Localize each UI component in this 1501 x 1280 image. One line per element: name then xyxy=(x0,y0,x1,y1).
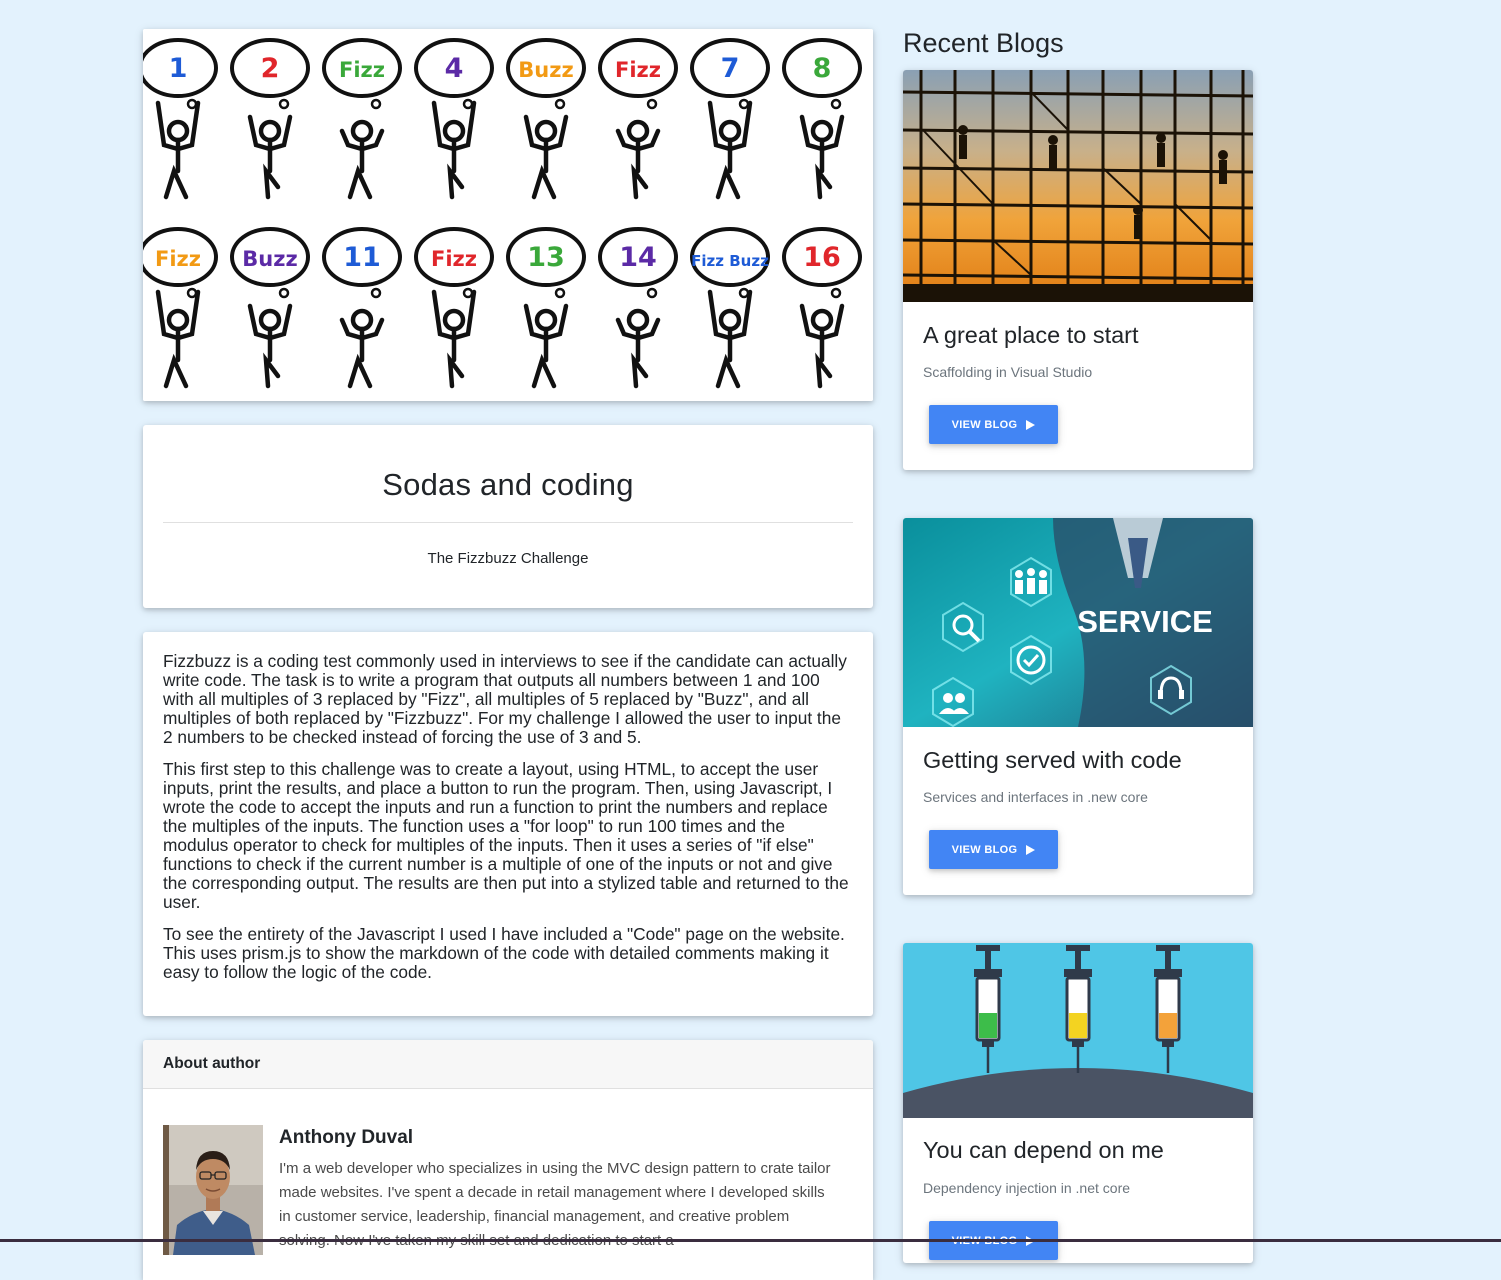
service-image: SERVICE xyxy=(903,518,1253,727)
post-title: Sodas and coding xyxy=(382,467,634,502)
bubble-label: 11 xyxy=(343,242,381,273)
post-body-card: Fizzbuzz is a coding test commonly used … xyxy=(143,632,873,1016)
author-name: Anthony Duval xyxy=(279,1127,414,1148)
play-icon xyxy=(1026,419,1036,430)
syringes-image xyxy=(903,943,1253,1118)
bubble-label: Fizz xyxy=(615,58,661,82)
bubble-label: Fizz Buzz xyxy=(691,252,769,270)
blog-card: You can depend on me Dependency injectio… xyxy=(903,943,1253,1263)
bubble-label: Fizz xyxy=(339,58,385,82)
post-subtitle: The Fizzbuzz Challenge xyxy=(427,550,589,567)
bubble-label: 1 xyxy=(169,53,188,84)
service-image-text: SERVICE xyxy=(1077,604,1213,639)
about-author-header: About author xyxy=(143,1040,873,1089)
bubble-label: 14 xyxy=(619,242,657,273)
post-paragraph: To see the entirety of the Javascript I … xyxy=(163,924,845,982)
play-icon xyxy=(1026,844,1036,855)
bubble-label: Buzz xyxy=(242,247,297,271)
bubble-label: 2 xyxy=(261,53,280,84)
avatar xyxy=(163,1125,263,1255)
hero-image: 1 2 Fizz 4 Buzz Fizz 7 8 Fizz Buzz 11 Fizz 13 14 Fizz… xyxy=(143,29,873,401)
bubble-label: 7 xyxy=(721,53,740,84)
bubble-label: 4 xyxy=(445,53,464,84)
view-blog-button-label: VIEW BLOG xyxy=(951,418,1018,431)
divider xyxy=(163,522,853,523)
post-paragraph: This first step to this challenge was to… xyxy=(163,759,849,912)
post-paragraph: Fizzbuzz is a coding test commonly used … xyxy=(163,651,847,747)
bubble-label: 16 xyxy=(803,242,841,273)
blog-title: You can depend on me xyxy=(923,1137,1164,1163)
post-header-card: Sodas and coding The Fizzbuzz Challenge xyxy=(143,425,873,608)
bubble-label: 8 xyxy=(813,53,832,84)
view-blog-button-label: VIEW BLOG xyxy=(951,843,1018,856)
fizzbuzz-stick-figures-illustration: 1 2 Fizz 4 Buzz Fizz 7 8 Fizz Buzz 11 Fizz 13 14 Fizz… xyxy=(143,29,873,401)
view-blog-button[interactable]: VIEW BLOG xyxy=(929,405,1058,444)
blog-card: A great place to start Scaffolding in Vi… xyxy=(903,70,1253,470)
view-blog-button[interactable]: VIEW BLOG xyxy=(929,830,1058,869)
bubble-label: Fizz xyxy=(155,247,201,271)
blog-title: A great place to start xyxy=(923,322,1139,348)
blog-subtitle: Scaffolding in Visual Studio xyxy=(923,364,1093,380)
sidebar-title: Recent Blogs xyxy=(903,28,1064,58)
blog-card: SERVICE Getting served with code Service… xyxy=(903,518,1253,895)
about-author-card: About author Anthony Duval I'm a web dev… xyxy=(143,1040,873,1280)
blog-subtitle: Services and interfaces in .new core xyxy=(923,789,1148,805)
bubble-label: 13 xyxy=(527,242,565,273)
scaffolding-image xyxy=(903,70,1253,302)
blog-title: Getting served with code xyxy=(923,747,1182,773)
bubble-label: Fizz xyxy=(431,247,477,271)
bubble-label: Buzz xyxy=(518,58,573,82)
blog-subtitle: Dependency injection in .net core xyxy=(923,1180,1131,1196)
